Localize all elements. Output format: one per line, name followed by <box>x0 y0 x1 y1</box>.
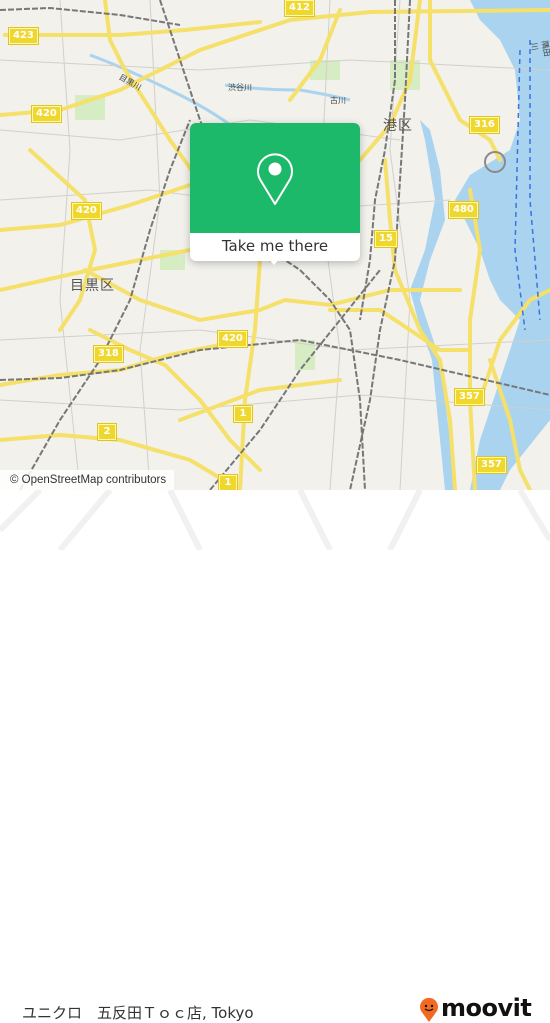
map-attribution[interactable]: © OpenStreetMap contributors <box>0 470 175 490</box>
popup-tail <box>267 257 281 265</box>
location-pin-icon <box>257 153 293 205</box>
canal <box>410 120 455 490</box>
popup-header[interactable] <box>190 123 360 233</box>
road-badge: 420 <box>31 105 62 123</box>
road-badge: 15 <box>374 230 398 248</box>
road-badge: 423 <box>8 27 39 45</box>
road-badge: 2 <box>97 423 117 441</box>
road-badge: 357 <box>454 388 485 406</box>
road-badge: 357 <box>476 456 507 474</box>
district-label-minato: 港区 <box>383 118 413 134</box>
footer-decoration <box>0 490 550 550</box>
moovit-pin-icon <box>420 997 438 1022</box>
river-label-sumida: 隅田川 <box>529 39 550 58</box>
destination-popup[interactable]: Take me there <box>190 123 360 265</box>
road-badge: 420 <box>217 330 248 348</box>
road-badge: 316 <box>469 116 500 134</box>
road-badge: 1 <box>218 474 238 490</box>
road-badge: 1 <box>233 405 253 423</box>
river-label-furukawa: 古川 <box>330 96 346 105</box>
moovit-wordmark: moovit <box>441 994 532 1022</box>
road-badge: 420 <box>71 202 102 220</box>
footer-bar: ユニクロ 五反田Ｔｏｃ店, Tokyo moovit <box>0 490 550 1022</box>
map-view[interactable]: 港区 目黒区 目黒川 渋谷川 古川 隅田川 423 412 420 420 31… <box>0 0 550 490</box>
road-badge: 480 <box>448 201 479 219</box>
district-label-meguro: 目黒区 <box>70 278 115 294</box>
place-name: ユニクロ 五反田Ｔｏｃ店, Tokyo <box>22 1004 254 1022</box>
river-label-shibuya: 渋谷川 <box>228 83 252 92</box>
road-badge: 412 <box>284 0 315 17</box>
road-badge: 318 <box>93 345 124 363</box>
